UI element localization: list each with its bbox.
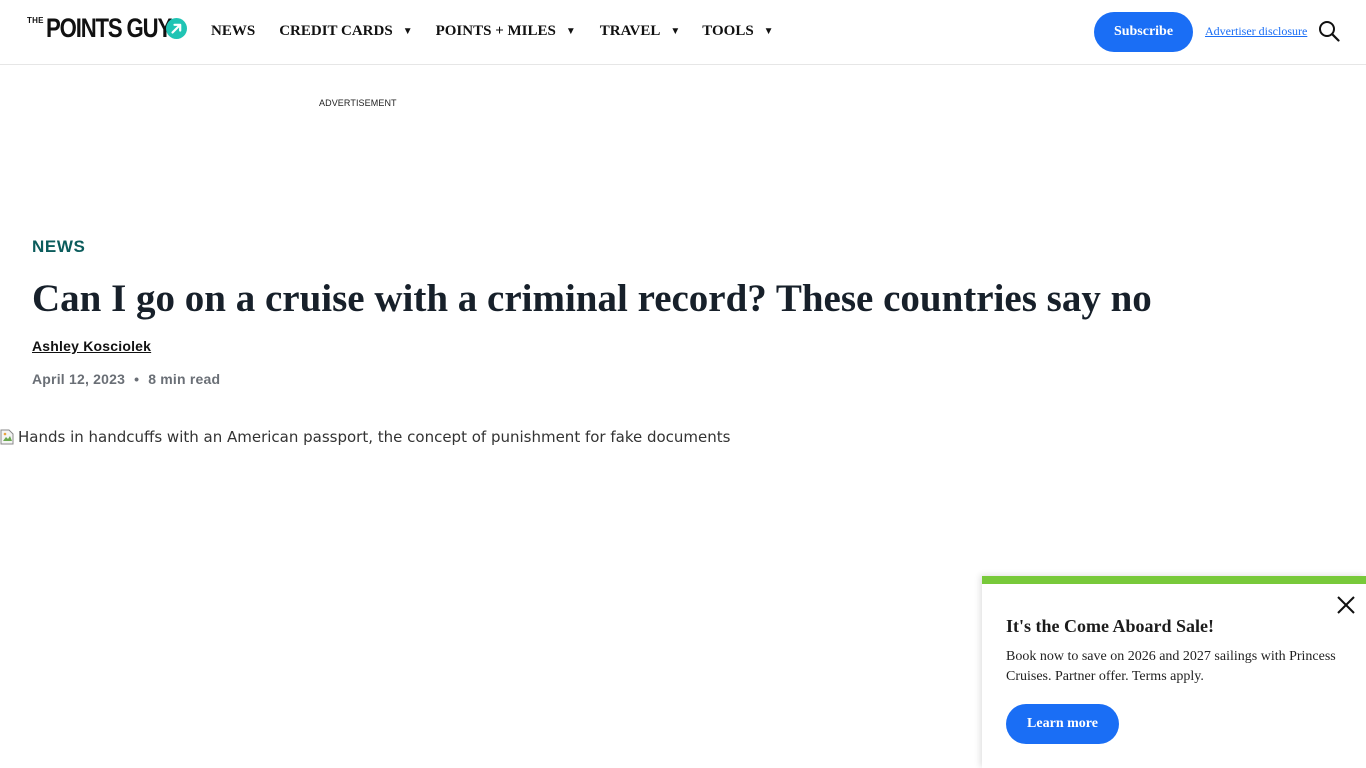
site-logo[interactable]: THE POINTS GUY — [27, 13, 187, 44]
logo-prefix: THE — [27, 16, 44, 25]
article-category[interactable]: NEWS — [32, 237, 85, 257]
chevron-down-icon: ▼ — [763, 25, 774, 37]
nav-item-label: POINTS + MILES — [435, 22, 556, 39]
article-read-time: 8 min read — [148, 371, 221, 387]
article-date: April 12, 2023 — [32, 371, 126, 387]
nav-item-credit-cards[interactable]: CREDIT CARDS ▼ — [279, 0, 412, 62]
chevron-down-icon: ▼ — [565, 25, 576, 37]
article-meta: April 12, 2023 • 8 min read — [32, 371, 220, 387]
nav-item-label: TOOLS — [702, 22, 754, 39]
chevron-down-icon: ▼ — [402, 25, 413, 37]
hero-image: Hands in handcuffs with an American pass… — [0, 428, 730, 446]
broken-image-icon — [0, 429, 14, 445]
search-icon[interactable] — [1318, 20, 1340, 42]
nav-item-tools[interactable]: TOOLS ▼ — [702, 0, 773, 62]
arrow-up-right-icon — [166, 18, 187, 39]
subscribe-button[interactable]: Subscribe — [1094, 12, 1193, 52]
nav-item-label: NEWS — [211, 22, 256, 39]
advertisement-label: ADVERTISEMENT — [319, 98, 397, 108]
nav-item-news[interactable]: NEWS — [211, 0, 255, 62]
promo-title: It's the Come Aboard Sale! — [1006, 616, 1214, 636]
promo-body: Book now to save on 2026 and 2027 sailin… — [1006, 649, 1336, 684]
close-icon[interactable] — [1336, 595, 1356, 615]
nav-item-travel[interactable]: TRAVEL ▼ — [600, 0, 681, 62]
page: THE POINTS GUY NEWS CREDIT CARDS ▼ POINT… — [0, 0, 1366, 768]
meta-separator: • — [134, 371, 140, 387]
promo-popup: It's the Come Aboard Sale! Book now to s… — [982, 576, 1366, 768]
hero-image-alt-text: Hands in handcuffs with an American pass… — [18, 428, 731, 446]
chevron-down-icon: ▼ — [670, 25, 681, 37]
nav-item-label: TRAVEL — [599, 22, 661, 39]
logo-name: POINTS GUY — [45, 13, 172, 43]
article-author-link[interactable]: Ashley Kosciolek — [32, 338, 151, 354]
nav-item-points-miles[interactable]: POINTS + MILES ▼ — [436, 0, 576, 62]
nav-item-label: CREDIT CARDS — [279, 22, 393, 39]
main-nav: NEWS CREDIT CARDS ▼ POINTS + MILES ▼ TRA… — [211, 0, 774, 62]
learn-more-button[interactable]: Learn more — [1006, 704, 1119, 744]
site-header: THE POINTS GUY NEWS CREDIT CARDS ▼ POINT… — [0, 0, 1366, 65]
article-title: Can I go on a cruise with a criminal rec… — [32, 277, 1152, 320]
advertiser-disclosure-link[interactable]: Advertiser disclosure — [1205, 24, 1307, 39]
